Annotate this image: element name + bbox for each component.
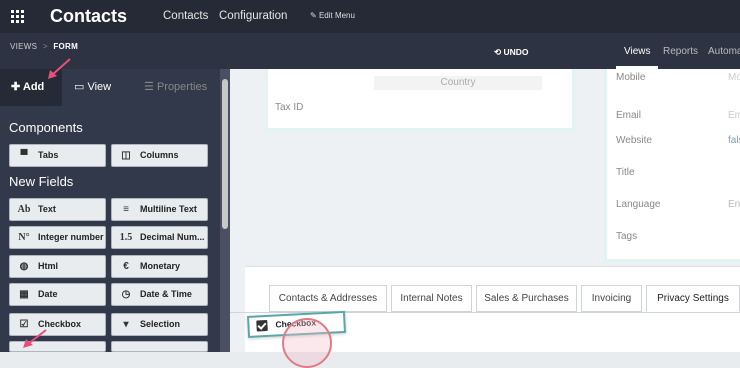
- field-date-time[interactable]: ◷ Date & Time: [111, 283, 208, 306]
- field-monetary[interactable]: € Monetary: [111, 255, 208, 278]
- form-canvas: Country Tax ID Mobile Mo Email Em Websit…: [230, 69, 740, 352]
- sidebar-tab-properties[interactable]: ☰ Properties: [122, 69, 220, 106]
- field-label: Monetary: [140, 261, 181, 271]
- language-label: Language: [616, 199, 661, 210]
- field-text[interactable]: Ab Text: [9, 198, 106, 221]
- tab-privacy-settings[interactable]: Privacy Settings: [646, 285, 740, 312]
- sidebar-scrollbar[interactable]: [220, 69, 230, 352]
- undo-icon: ⟲: [494, 47, 502, 57]
- crumb-separator: >: [42, 42, 48, 51]
- globe-icon: ◍: [19, 261, 29, 272]
- mobile-value[interactable]: Mo: [728, 72, 740, 83]
- new-fields-heading: New Fields: [9, 174, 74, 189]
- field-integer[interactable]: N° Integer number: [9, 226, 106, 249]
- website-label: Website: [616, 135, 652, 146]
- tags-label: Tags: [616, 231, 638, 242]
- edit-menu-label: Edit Menu: [318, 11, 355, 20]
- checkbox-icon: [256, 319, 268, 332]
- monitor-icon: ▭: [74, 81, 85, 93]
- scrollbar-thumb[interactable]: [222, 79, 228, 229]
- undo-label: UNDO: [503, 47, 529, 57]
- top-navbar: Contacts Contacts Configuration ✎ Edit M…: [0, 0, 740, 33]
- plus-icon: ✚: [11, 81, 21, 93]
- tax-id-label: Tax ID: [275, 102, 304, 113]
- sidebar-tab-properties-label: Properties: [156, 81, 208, 93]
- undo-button[interactable]: ⟲ UNDO: [494, 47, 529, 58]
- tabs-icon: ▀: [20, 150, 28, 161]
- columns-icon: ◫: [121, 150, 131, 161]
- tab-views[interactable]: Views: [624, 46, 651, 57]
- euro-icon: €: [123, 261, 129, 272]
- annotation-arrow-checkbox: [23, 329, 47, 348]
- sidebar-tab-view-label: View: [87, 81, 112, 93]
- title-label: Title: [616, 167, 635, 178]
- field-label: Text: [38, 204, 56, 214]
- tab-sales-purchases[interactable]: Sales & Purchases: [476, 285, 577, 312]
- apps-grid-icon[interactable]: [11, 10, 24, 23]
- menu-configuration[interactable]: Configuration: [219, 10, 287, 22]
- crumb-views[interactable]: VIEWS: [10, 42, 37, 51]
- tab-contacts-addresses[interactable]: Contacts & Addresses: [269, 285, 387, 312]
- field-decimal[interactable]: 1.5 Decimal Num...: [111, 226, 208, 249]
- app-title[interactable]: Contacts: [50, 6, 127, 27]
- calendar-icon: ▦: [19, 289, 29, 300]
- sliders-icon: ☰: [144, 81, 154, 93]
- decimal-icon: 1.5: [119, 232, 133, 243]
- language-value[interactable]: Eng: [728, 199, 740, 210]
- tab-invoicing[interactable]: Invoicing: [581, 285, 642, 312]
- tab-automations[interactable]: Automa: [708, 46, 740, 57]
- field-label: Selection: [140, 319, 181, 329]
- website-value[interactable]: fals: [728, 135, 740, 146]
- mobile-label: Mobile: [616, 72, 646, 83]
- caret-down-icon: ▾: [123, 319, 129, 330]
- field-html[interactable]: ◍ Html: [9, 255, 106, 278]
- studio-subbar: VIEWS > FORM ⟲ UNDO Views Reports Automa: [0, 33, 740, 69]
- sidebar-tabs: ✚ Add ▭ View ☰ Properties: [0, 69, 230, 106]
- component-columns[interactable]: ◫ Columns: [111, 144, 208, 167]
- tab-reports[interactable]: Reports: [663, 46, 698, 57]
- edit-menu-button[interactable]: ✎ Edit Menu: [310, 11, 355, 20]
- field-selection[interactable]: ▾ Selection: [111, 313, 208, 336]
- form-group-left: Country Tax ID: [265, 69, 575, 131]
- text-icon: Ab: [17, 204, 31, 215]
- breadcrumb: VIEWS > FORM: [10, 42, 78, 51]
- field-label: Date & Time: [140, 289, 192, 299]
- country-field[interactable]: Country: [374, 76, 542, 90]
- field-label: Date: [38, 289, 58, 299]
- field-partial[interactable]: [111, 341, 208, 352]
- email-value[interactable]: Em: [728, 110, 740, 121]
- components-heading: Components: [9, 120, 83, 135]
- field-label: Decimal Num...: [140, 232, 205, 242]
- component-tabs[interactable]: ▀ Tabs: [9, 144, 106, 167]
- pencil-icon: ✎: [310, 11, 317, 20]
- component-label: Tabs: [38, 150, 59, 160]
- studio-sidebar: ✚ Add ▭ View ☰ Properties Components ▀ T…: [0, 69, 230, 352]
- mouse-cursor-highlight: [282, 318, 332, 368]
- clock-icon: ◷: [121, 289, 131, 300]
- email-label: Email: [616, 110, 642, 121]
- field-multiline-text[interactable]: ≡ Multiline Text: [111, 198, 208, 221]
- form-group-right: Mobile Mo Email Em Website fals Title La…: [604, 69, 740, 262]
- field-date[interactable]: ▦ Date: [9, 283, 106, 306]
- integer-icon: N°: [18, 232, 30, 243]
- crumb-form: FORM: [53, 42, 79, 51]
- field-label: Html: [38, 261, 58, 271]
- field-label: Multiline Text: [140, 204, 197, 214]
- field-label: Integer number: [38, 232, 104, 242]
- menu-contacts[interactable]: Contacts: [163, 10, 208, 22]
- component-label: Columns: [140, 150, 179, 160]
- annotation-arrow-add: [48, 58, 71, 79]
- multiline-icon: ≡: [123, 204, 129, 215]
- tab-internal-notes[interactable]: Internal Notes: [391, 285, 472, 312]
